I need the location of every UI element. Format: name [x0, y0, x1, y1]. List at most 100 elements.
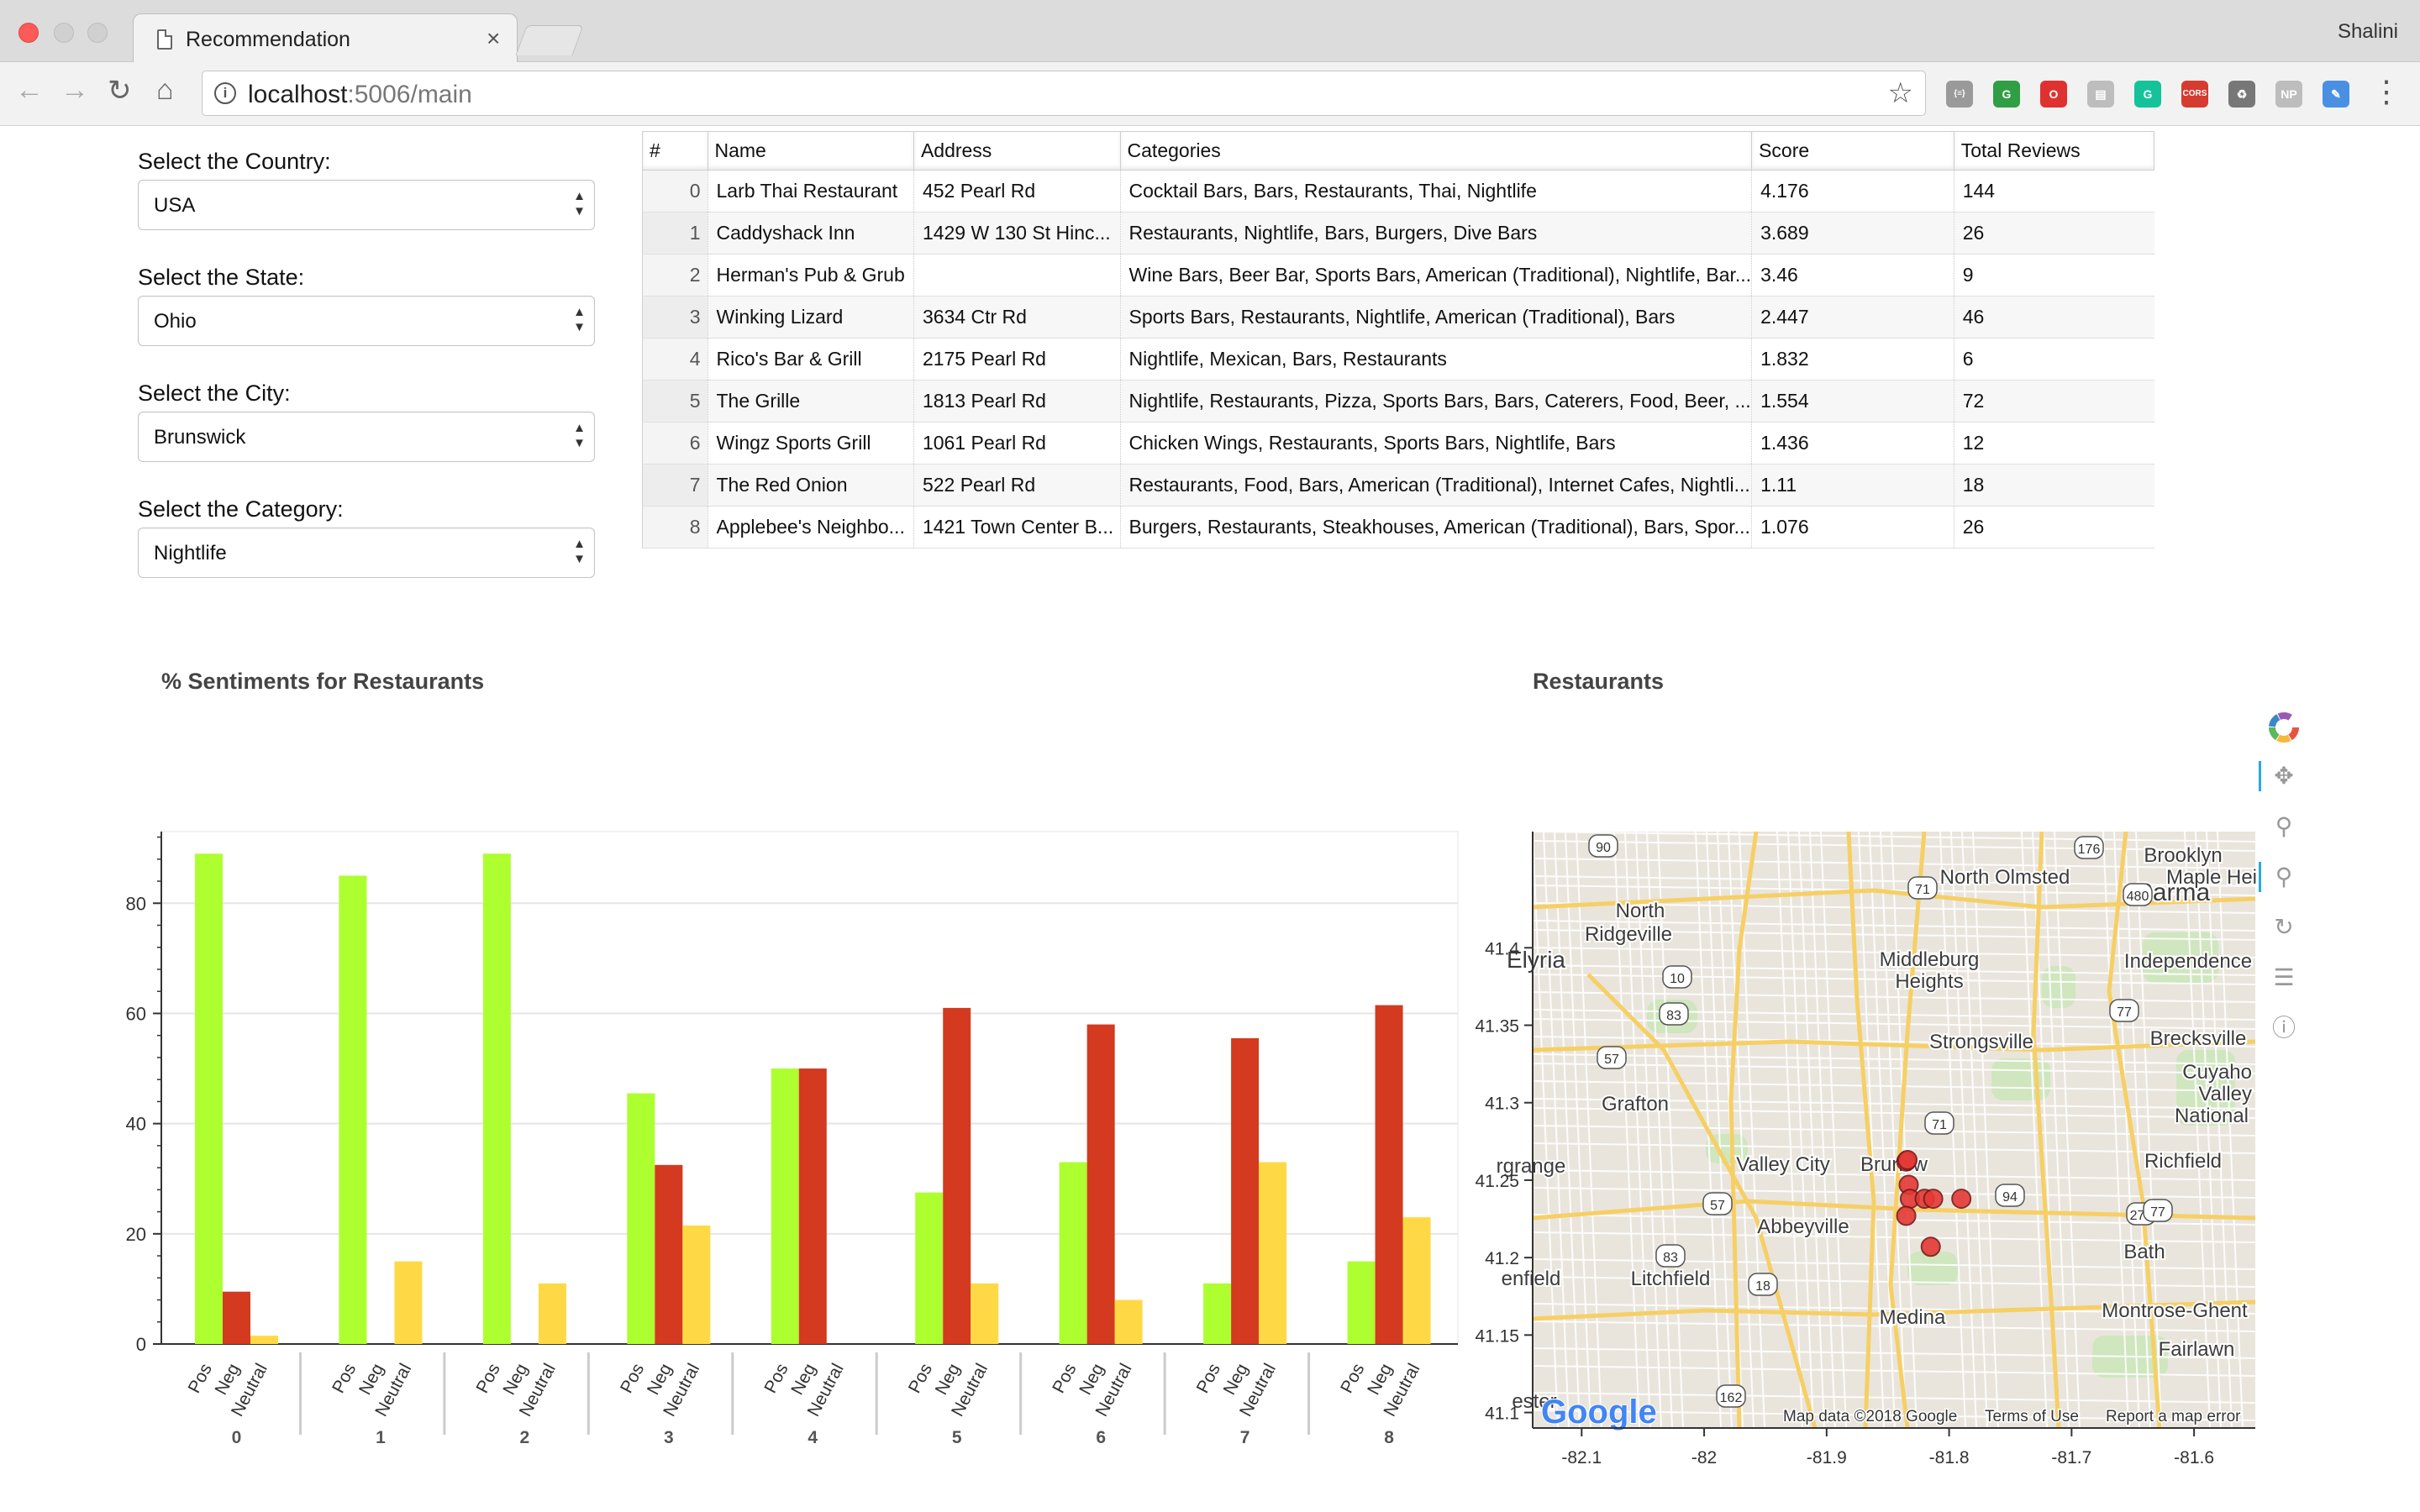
json-viewer-icon[interactable]: {≡} — [1946, 81, 1973, 108]
forward-arrow-icon[interactable]: → — [60, 74, 89, 107]
column-header[interactable]: Name — [707, 131, 914, 171]
table-row[interactable]: 5 The Grille 1813 Pearl Rd Nightlife, Resta… — [642, 380, 2154, 423]
app-content: Select the Country: USA ▲ ▼ Select the St… — [0, 126, 2420, 1512]
x-tick-label: -81.6 — [2174, 1448, 2214, 1467]
table-cell: 1.554 — [1751, 380, 1954, 423]
url-host: localhost — [248, 81, 348, 108]
table-row[interactable]: 2 Herman's Pub & Grub Wine Bars, Beer Bar,… — [642, 254, 2154, 297]
table-cell: Cocktail Bars, Bars, Restaurants, Thai, … — [1119, 170, 1752, 213]
browser-menu-icon[interactable]: ⋮ — [2371, 74, 2402, 109]
table-row[interactable]: 6 Wingz Sports Grill 1061 Pearl Rd Chicken … — [642, 422, 2154, 465]
reload-icon[interactable]: ↻ — [108, 74, 132, 108]
category-label: Select the Category: — [138, 496, 344, 522]
table-row[interactable]: 7 The Red Onion 522 Pearl Rd Restaurants, F… — [642, 464, 2154, 507]
table-cell: 4 — [642, 338, 708, 381]
restaurant-marker — [1896, 1205, 1917, 1226]
reset-tool-icon[interactable]: ↻ — [2260, 902, 2307, 953]
x-category-label: 5 — [952, 1428, 962, 1447]
table-cell: 1429 W 130 St Hinc... — [913, 212, 1121, 255]
bar-neutral-5 — [971, 1283, 999, 1344]
pan-tool-icon[interactable]: ✥ — [2259, 751, 2307, 801]
map-toolbar: ✥ ⚲ ⚲ ↻ ☰ ⓘ — [2259, 701, 2307, 1053]
map-attribution: Map data ©2018 Google — [1783, 1408, 1957, 1425]
cors-icon[interactable]: CORS — [2181, 81, 2208, 108]
window-maximize-button[interactable] — [87, 23, 108, 43]
bar-pos-6 — [1059, 1162, 1087, 1344]
reader-icon[interactable]: ▤ — [2087, 81, 2114, 108]
map-place-label: Brooklyn — [2144, 844, 2222, 867]
x-category-label: 3 — [664, 1428, 674, 1447]
bar-neutral-7 — [1259, 1162, 1287, 1344]
category-select[interactable]: Nightlife ▲ ▼ — [138, 528, 595, 578]
column-header[interactable]: # — [642, 131, 708, 171]
opera-icon[interactable]: O — [2040, 81, 2067, 108]
x-subcategory-label: Pos — [329, 1361, 360, 1397]
category-filter: Select the Category: Nightlife ▲ ▼ — [138, 492, 595, 578]
tab-close-button[interactable]: × — [487, 25, 500, 52]
ghostery-icon[interactable]: G — [1993, 81, 2020, 108]
browser-titlebar: Recommendation × Shalini — [0, 0, 2420, 64]
recycle-icon[interactable]: ♻ — [2228, 81, 2255, 108]
table-cell — [913, 254, 1121, 297]
city-select[interactable]: Brunswick ▲ ▼ — [138, 412, 595, 462]
city-label: Select the City: — [138, 381, 291, 406]
table-row[interactable]: 4 Rico's Bar & Grill 2175 Pearl Rd Nightlif… — [642, 338, 2154, 381]
back-arrow-icon[interactable]: ← — [15, 74, 44, 107]
table-row[interactable]: 3 Winking Lizard 3634 Ctr Rd Sports Bars, R… — [642, 296, 2154, 339]
column-header[interactable]: Categories — [1119, 131, 1753, 171]
bar-pos-2 — [482, 853, 511, 1344]
bar-chart-title: % Sentiments for Restaurants — [161, 669, 485, 694]
x-subcategory-label: Pos — [1193, 1361, 1224, 1397]
info-icon[interactable]: i — [214, 82, 236, 104]
map-place-label: Fairlawn — [2159, 1338, 2235, 1361]
url-text[interactable]: localhost:5006/main — [248, 81, 472, 109]
bar-pos-3 — [627, 1093, 655, 1344]
state-label: Select the State: — [138, 265, 305, 290]
np-icon[interactable]: NP — [2275, 81, 2302, 108]
window-close-button[interactable] — [18, 23, 39, 43]
column-header[interactable]: Total Reviews — [1953, 131, 2155, 171]
route-shield-label: 57 — [1604, 1053, 1619, 1067]
table-cell: Winking Lizard — [707, 296, 914, 339]
tab-title: Recommendation — [186, 28, 350, 51]
table-cell: 3.46 — [1751, 254, 1954, 297]
country-select[interactable]: USA ▲ ▼ — [138, 180, 595, 230]
map-place-label: Independence — [2124, 950, 2252, 973]
bar-neg-4 — [798, 1068, 827, 1344]
table-row[interactable]: 0 Larb Thai Restaurant 452 Pearl Rd Cocktai… — [642, 170, 2154, 213]
box-zoom-tool-icon[interactable]: ⚲ — [2259, 852, 2307, 902]
map-place-label: Maple Hei — [2166, 866, 2257, 889]
bar-neutral-2 — [538, 1283, 566, 1344]
profile-name[interactable]: Shalini — [2338, 20, 2398, 44]
new-tab-button[interactable] — [515, 25, 584, 55]
table-cell: 26 — [1953, 506, 2154, 549]
bookmark-star-icon[interactable]: ☆ — [1888, 76, 1913, 110]
map-report-link: Report a map error — [2106, 1408, 2241, 1425]
bokeh-logo-icon[interactable] — [2260, 701, 2307, 751]
table-cell: 5 — [642, 380, 708, 423]
hover-tool-icon[interactable]: ☰ — [2260, 953, 2307, 1003]
wheel-zoom-tool-icon[interactable]: ⚲ — [2260, 801, 2307, 852]
bar-neg-5 — [943, 1007, 971, 1344]
table-row[interactable]: 1 Caddyshack Inn 1429 W 130 St Hinc... Rest… — [642, 212, 2154, 255]
pen-icon[interactable]: ✎ — [2323, 81, 2349, 108]
address-bar[interactable]: i localhost:5006/main ☆ — [202, 71, 1926, 116]
table-cell: 12 — [1953, 422, 2154, 465]
state-select[interactable]: Ohio ▲ ▼ — [138, 296, 595, 346]
map-place-label: Brunsw — [1860, 1153, 1928, 1176]
map-place-label: National — [2175, 1105, 2249, 1127]
state-filter: Select the State: Ohio ▲ ▼ — [138, 260, 595, 346]
y-tick-label: 41.25 — [1475, 1172, 1519, 1191]
restaurant-marker — [1951, 1189, 1972, 1210]
table-row[interactable]: 8 Applebee's Neighbo... 1421 Town Center B… — [642, 506, 2154, 549]
home-icon[interactable]: ⌂ — [156, 74, 174, 107]
grammarly-icon[interactable]: G — [2134, 81, 2161, 108]
bar-neg-6 — [1086, 1024, 1115, 1344]
column-header[interactable]: Address — [913, 131, 1121, 171]
route-shield-label: 480 — [2127, 890, 2149, 904]
help-icon[interactable]: ⓘ — [2260, 1003, 2307, 1053]
browser-tab[interactable]: Recommendation × — [133, 13, 518, 64]
column-header[interactable]: Score — [1751, 131, 1954, 171]
table-cell: 2 — [642, 254, 708, 297]
window-minimize-button[interactable] — [54, 23, 74, 43]
